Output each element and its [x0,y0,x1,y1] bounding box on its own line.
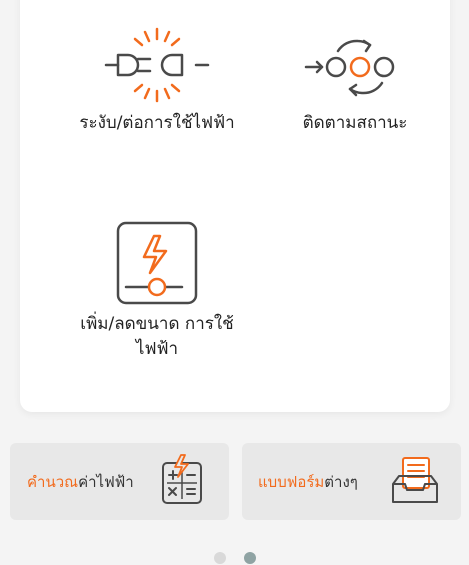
document-tray-icon [392,457,438,503]
service-adjust-capacity[interactable]: เพิ่ม/ลดขนาด การใช้ไฟฟ้า [57,220,257,362]
service-suspend-reconnect[interactable]: ระงับ/ต่อการใช้ไฟฟ้า [57,25,257,136]
service-label: เพิ่ม/ลดขนาด การใช้ไฟฟ้า [80,314,234,359]
meter-adjust-icon [116,221,198,305]
service-label: ติดตามสถานะ [302,113,408,133]
calculator-icon [162,454,202,504]
status-tracking-icon [304,39,395,97]
pagination-dot-1[interactable] [214,552,226,564]
tile-label: คำนวณค่าไฟฟ้า [27,472,134,491]
tile-forms[interactable]: แบบฟอร์มต่างๆ [242,443,461,520]
pagination-dot-2[interactable] [244,552,256,564]
service-label: ระงับ/ต่อการใช้ไฟฟ้า [79,113,235,133]
tile-label: แบบฟอร์มต่างๆ [258,472,358,491]
services-card: ระงับ/ต่อการใช้ไฟฟ้า ติดตามสถานะ เพิ่ม/ล… [20,0,450,412]
tile-calculate-bill[interactable]: คำนวณค่าไฟฟ้า [10,443,229,520]
service-track-status[interactable]: ติดตามสถานะ [255,25,455,136]
plug-disconnect-icon [104,27,210,103]
